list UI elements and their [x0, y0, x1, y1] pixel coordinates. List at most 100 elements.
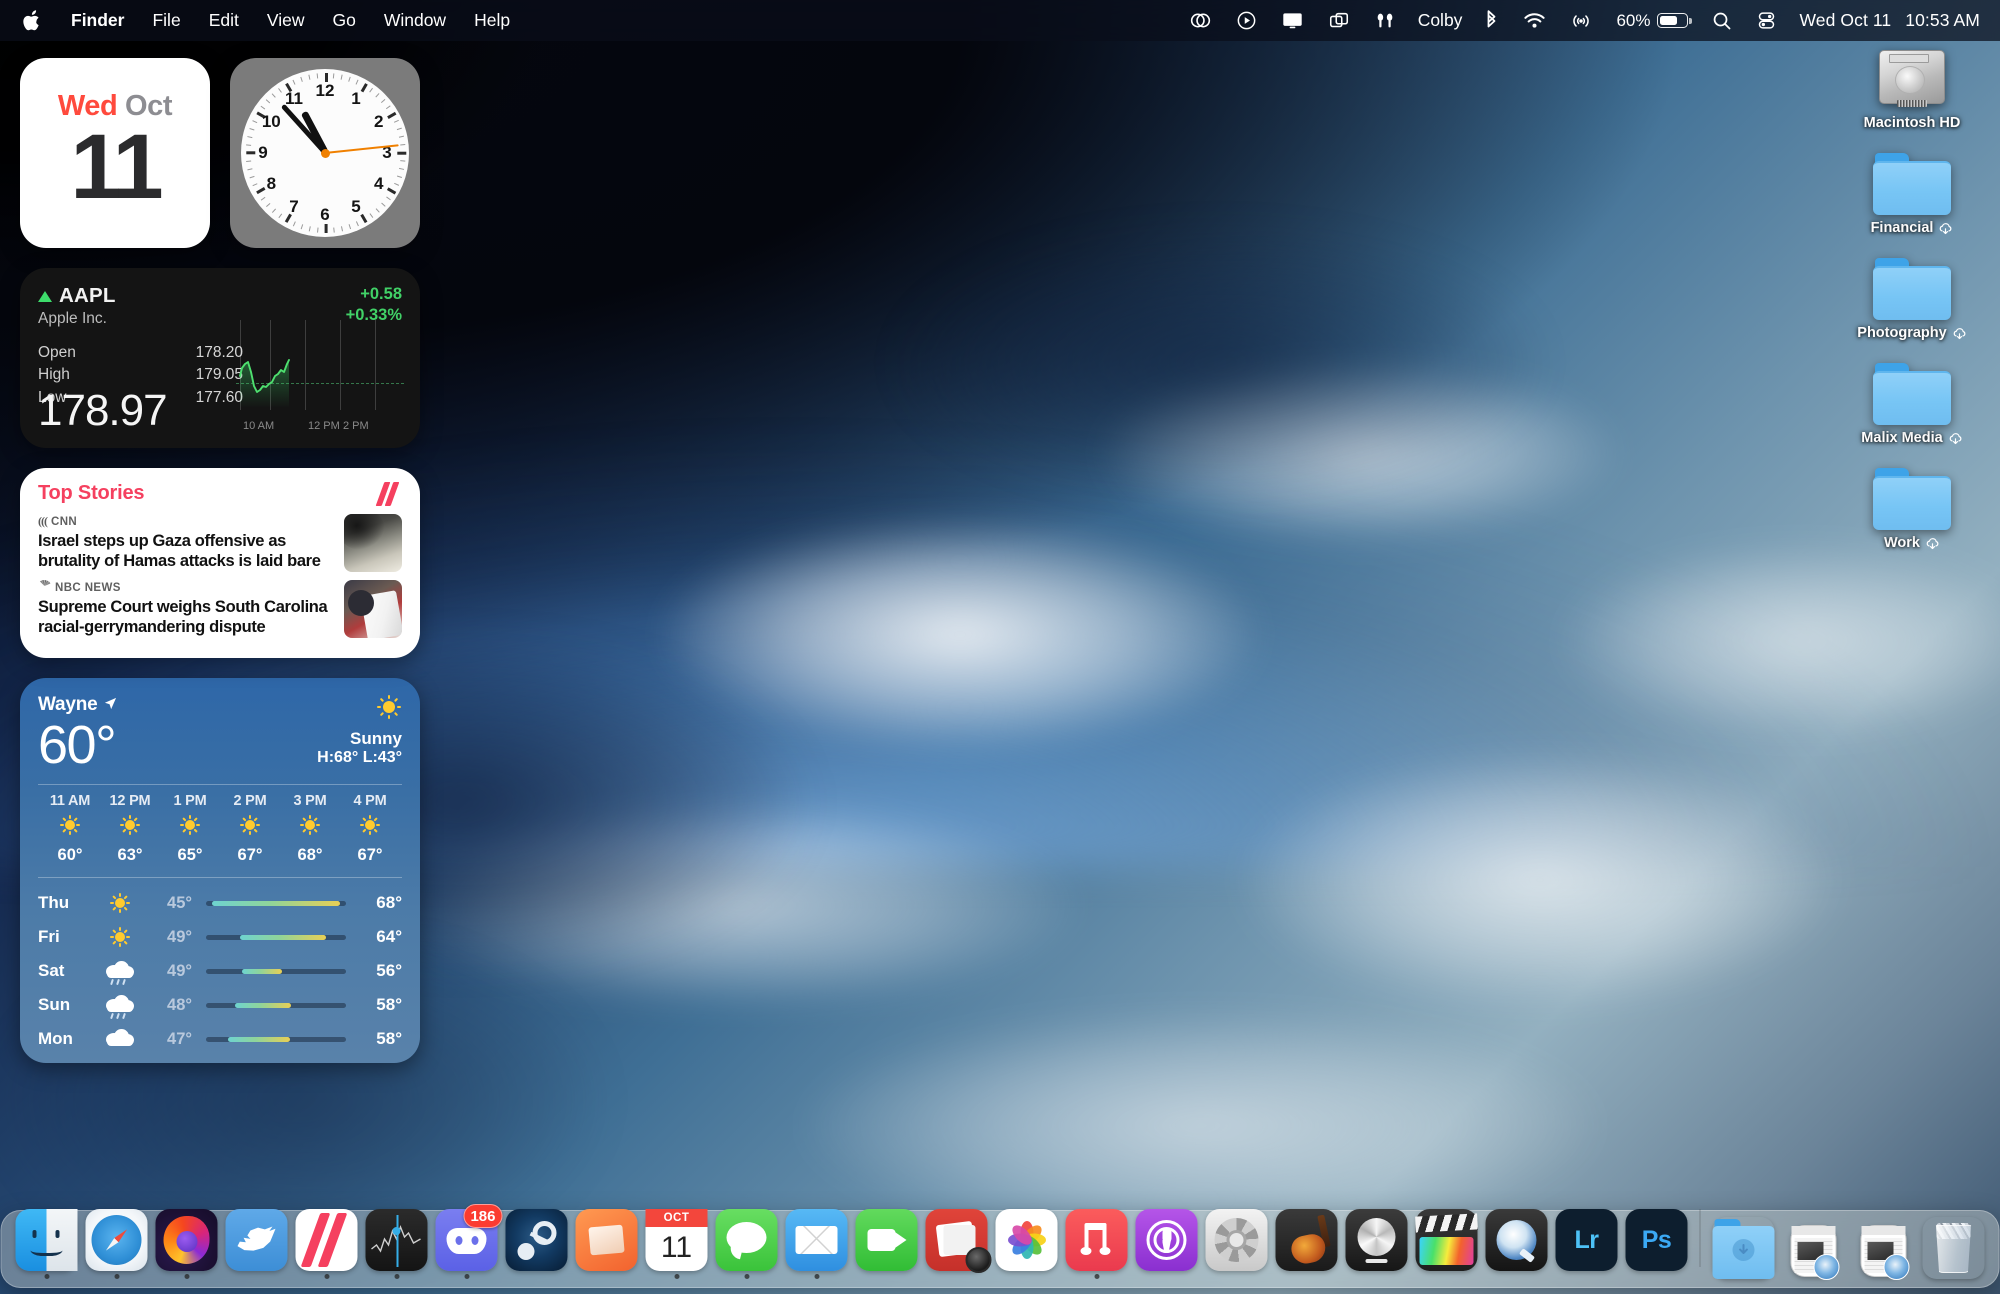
dock-item-system-settings[interactable] — [1205, 1209, 1269, 1279]
creative-cloud-icon[interactable] — [1177, 0, 1224, 41]
menu-item-window[interactable]: Window — [370, 0, 460, 41]
clock-tick — [246, 143, 252, 146]
dock-item-photo-booth[interactable] — [925, 1209, 992, 1279]
dock-running-indicator — [674, 1274, 679, 1279]
stocks-widget[interactable]: AAPL Apple Inc. +0.58 +0.33% Open 178.20… — [20, 268, 420, 448]
dock-item-final-cut-pro[interactable] — [1415, 1209, 1479, 1279]
bluetooth-icon[interactable] — [1472, 0, 1511, 41]
clock-tick — [369, 87, 374, 93]
dock-item-podcasts[interactable] — [1135, 1209, 1199, 1279]
airpods-icon[interactable] — [1362, 0, 1408, 41]
search-icon[interactable] — [1700, 0, 1744, 41]
desktop-icon-name: Photography — [1857, 325, 1947, 341]
clock-numeral: 4 — [373, 174, 384, 193]
news-widget[interactable]: Top Stories ((( CNN Israel steps up Gaza… — [20, 468, 420, 658]
dock-running-indicator — [744, 1274, 749, 1279]
trash-full-icon — [1923, 1217, 1985, 1279]
menu-item-file[interactable]: File — [138, 0, 194, 41]
dock-item-safari-window-1[interactable] — [1782, 1225, 1846, 1280]
dock-running-indicator — [1374, 1274, 1379, 1279]
dock-item-stocks[interactable] — [365, 1209, 429, 1279]
weather-hour-temp: 60° — [57, 846, 83, 864]
news-story[interactable]: NBC NEWS Supreme Court weighs South Caro… — [38, 580, 402, 638]
dock-running-indicator — [44, 1274, 49, 1279]
menu-item-view[interactable]: View — [253, 0, 319, 41]
dock-item-photoshop[interactable]: Ps — [1625, 1209, 1689, 1279]
lightroom-icon: Lr — [1555, 1209, 1618, 1271]
stage-manager-icon[interactable] — [1316, 0, 1362, 41]
weather-hour-icon — [160, 814, 220, 841]
menu-bar-time[interactable]: 10:53 AM — [1895, 10, 1984, 31]
dock-item-facetime[interactable] — [855, 1209, 919, 1279]
rain-cloud-icon — [106, 995, 134, 1020]
dock-item-finder[interactable] — [15, 1209, 79, 1279]
dock-item-music[interactable] — [1065, 1209, 1129, 1279]
folder-icon — [1873, 153, 1951, 215]
news-story-text: NBC NEWS Supreme Court weighs South Caro… — [38, 580, 332, 638]
apple-logo-icon[interactable] — [22, 9, 57, 32]
dock-item-discord[interactable]: 186 — [435, 1204, 503, 1279]
clock-tick — [271, 93, 277, 98]
dock-item-quicktime-player[interactable] — [1485, 1209, 1549, 1279]
clock-tick — [355, 221, 359, 227]
calendar-widget[interactable]: Wed Oct 11 — [20, 58, 210, 248]
dock-item-keynote[interactable] — [575, 1209, 639, 1279]
dock-item-news[interactable] — [295, 1209, 359, 1279]
dock-item-safari[interactable] — [85, 1209, 149, 1279]
menu-bar-status-items: Colby 60% Wed Oct 11 10:53 AM — [1177, 0, 1984, 41]
battery-status[interactable]: 60% — [1604, 0, 1700, 41]
menu-bar-date[interactable]: Wed Oct 11 — [1789, 10, 1895, 31]
airplay-audio-icon[interactable] — [1558, 0, 1604, 41]
cloud-shape — [660, 517, 1260, 751]
clock-tick — [396, 127, 402, 131]
dock-item-steam[interactable] — [505, 1209, 569, 1279]
control-center-icon[interactable] — [1744, 0, 1789, 41]
desktop-icon-macintosh-hd[interactable]: Macintosh HD — [1832, 48, 1992, 131]
dock-item-trash[interactable] — [1922, 1217, 1986, 1279]
weather-hour-temp: 67° — [237, 846, 263, 864]
desktop-icon-malix-media[interactable]: Malix Media — [1832, 363, 1992, 446]
dock-item-downloads[interactable] — [1712, 1217, 1776, 1279]
weather-hour-cell: 11 AM 60° — [40, 793, 100, 865]
weather-day-row: Thu 45° 68° — [38, 886, 402, 920]
sun-icon — [59, 814, 81, 836]
cloud-shape — [800, 1009, 1600, 1243]
clock-tick — [256, 187, 266, 195]
clock-widget[interactable]: 12 1 2 3 4 5 6 7 8 9 10 11 — [230, 58, 420, 248]
dock-item-mail[interactable] — [785, 1209, 849, 1279]
facetime-icon — [855, 1209, 918, 1271]
dock-item-twitter[interactable] — [225, 1209, 289, 1279]
menu-item-edit[interactable]: Edit — [195, 0, 253, 41]
dock-item-logic-pro[interactable] — [1345, 1209, 1409, 1279]
desktop-icon-work[interactable]: Work — [1832, 468, 1992, 551]
dock-item-calendar[interactable]: OCT 11 — [645, 1209, 709, 1279]
desktop-icon-financial[interactable]: Financial — [1832, 153, 1992, 236]
calendar-day-number: 11 — [70, 116, 163, 219]
clock-tick — [385, 196, 391, 201]
clock-tick — [398, 167, 405, 171]
display-icon[interactable] — [1269, 0, 1316, 41]
dock-item-lightroom[interactable]: Lr — [1555, 1209, 1619, 1279]
clock-tick — [252, 119, 258, 124]
weather-temp-range-bar — [206, 934, 346, 940]
stocks-stat-row: High 179.05 — [38, 364, 243, 386]
dock-item-messages[interactable] — [715, 1209, 779, 1279]
menu-item-finder[interactable]: Finder — [57, 0, 138, 41]
news-story[interactable]: ((( CNN Israel steps up Gaza offensive a… — [38, 514, 402, 572]
dock-item-safari-window-2[interactable] — [1852, 1225, 1916, 1280]
desktop-icon-photography[interactable]: Photography — [1832, 258, 1992, 341]
dock-item-firefox[interactable] — [155, 1209, 219, 1279]
dock-item-garageband[interactable] — [1275, 1209, 1339, 1279]
dock-item-photos[interactable] — [995, 1209, 1059, 1279]
menu-item-help[interactable]: Help — [460, 0, 524, 41]
clock-tick — [369, 213, 374, 219]
wifi-icon[interactable] — [1511, 0, 1558, 41]
dock-running-indicator — [1654, 1274, 1659, 1279]
weather-hour-icon — [40, 814, 100, 841]
menu-bar-user-name[interactable]: Colby — [1408, 10, 1473, 31]
menu-item-go[interactable]: Go — [318, 0, 369, 41]
play-circle-icon[interactable] — [1224, 0, 1269, 41]
clock-tick — [397, 151, 407, 155]
icloud-download-icon — [1952, 327, 1967, 339]
weather-widget[interactable]: Wayne 60° Sunny H:68° L:43° 11 AM 60° 12 P… — [20, 678, 420, 1063]
